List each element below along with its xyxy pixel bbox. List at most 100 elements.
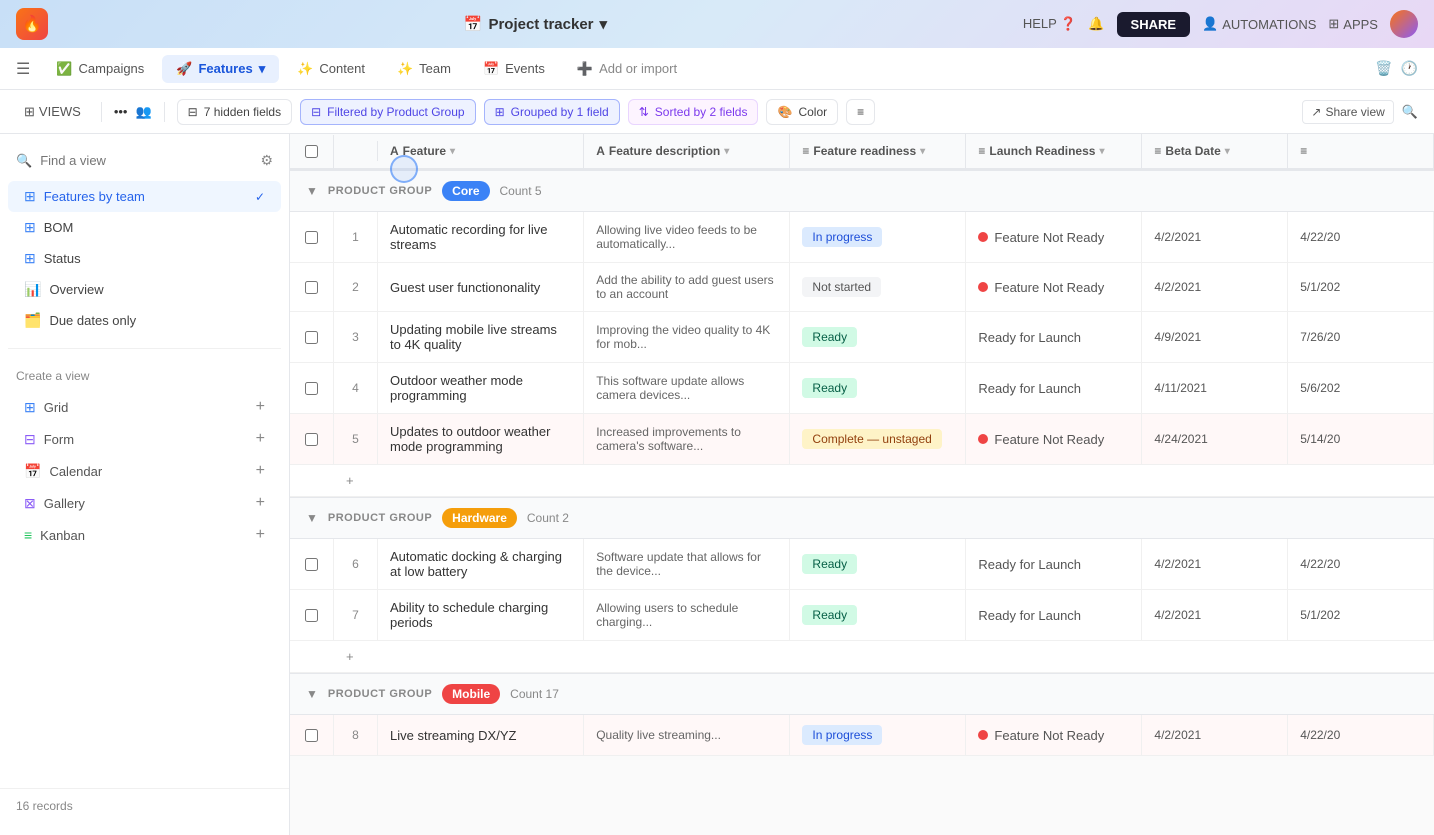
history-icon[interactable]: 🕐 bbox=[1401, 60, 1418, 77]
row-checkbox-3[interactable] bbox=[290, 312, 334, 362]
group-chevron-hardware[interactable]: ▼ bbox=[306, 511, 318, 525]
row-feature-7[interactable]: Ability to schedule charging periods bbox=[378, 590, 584, 640]
add-calendar-icon[interactable]: + bbox=[256, 462, 265, 480]
trash-icon[interactable]: 🗑️ bbox=[1375, 60, 1392, 77]
create-view-label: Create a view bbox=[0, 361, 289, 391]
row-feature-5[interactable]: Updates to outdoor weather mode programm… bbox=[378, 414, 584, 464]
add-icon: ➕ bbox=[577, 61, 593, 77]
view-toolbar: ⊞ VIEWS ••• 👥 ⊟ 7 hidden fields ⊟ Filter… bbox=[0, 90, 1434, 134]
row-checkbox-4[interactable] bbox=[290, 363, 334, 413]
row-readiness-8: In progress bbox=[790, 715, 966, 755]
search-icon[interactable]: 🔍 bbox=[1402, 104, 1418, 120]
red-dot-icon-8 bbox=[978, 730, 988, 740]
share-button[interactable]: SHARE bbox=[1117, 12, 1191, 37]
group-badge-mobile: Mobile bbox=[442, 684, 500, 704]
search-input[interactable] bbox=[40, 153, 252, 168]
group-button[interactable]: ⊞ Grouped by 1 field bbox=[484, 99, 620, 125]
top-bar-center: 📅 Project tracker ▾ bbox=[464, 15, 607, 33]
more-options-icon[interactable]: ••• bbox=[114, 104, 128, 119]
row-height-button[interactable]: ≡ bbox=[846, 99, 875, 125]
row-feature-6[interactable]: Automatic docking & charging at low batt… bbox=[378, 539, 584, 589]
th-beta-date[interactable]: ≡ Beta Date ▾ bbox=[1142, 134, 1288, 168]
sidebar-item-overview[interactable]: 📊 Overview bbox=[8, 274, 281, 305]
content-area: A Feature ▾ A Feature description ▾ ≡ Fe… bbox=[290, 134, 1434, 835]
row-checkbox-7[interactable] bbox=[290, 590, 334, 640]
bell-icon[interactable]: 🔔 bbox=[1088, 16, 1104, 32]
sidebar-item-bom[interactable]: ⊞ BOM bbox=[8, 212, 281, 243]
main-layout: 🔍 ⚙ ⊞ Features by team ✓ ⊞ BOM ⊞ Status … bbox=[0, 134, 1434, 835]
row-feature-2[interactable]: Guest user functiononality bbox=[378, 263, 584, 311]
create-gallery-button[interactable]: ⊠ Gallery + bbox=[8, 487, 281, 519]
tab-add-import[interactable]: ➕ Add or import bbox=[563, 55, 691, 83]
select-all-checkbox[interactable] bbox=[305, 145, 318, 158]
create-form-button[interactable]: ⊟ Form + bbox=[8, 423, 281, 455]
add-kanban-icon[interactable]: + bbox=[256, 526, 265, 544]
row-feature-8[interactable]: Live streaming DX/YZ bbox=[378, 715, 584, 755]
sidebar-item-status[interactable]: ⊞ Status bbox=[8, 243, 281, 274]
color-button[interactable]: 🎨 Color bbox=[766, 99, 838, 125]
group-badge-hardware: Hardware bbox=[442, 508, 517, 528]
row-num-2: 2 bbox=[334, 263, 378, 311]
create-kanban-button[interactable]: ≡ Kanban + bbox=[8, 519, 281, 551]
table-row: 6 Automatic docking & charging at low ba… bbox=[290, 539, 1434, 590]
add-row-hardware[interactable]: + bbox=[290, 641, 1434, 673]
row-checkbox-8[interactable] bbox=[290, 715, 334, 755]
views-toggle-button[interactable]: ⊞ VIEWS bbox=[16, 100, 89, 124]
th-feature[interactable]: A Feature ▾ bbox=[378, 134, 584, 168]
automations-button[interactable]: 👤 AUTOMATIONS bbox=[1202, 16, 1316, 32]
row-feature-4[interactable]: Outdoor weather mode programming bbox=[378, 363, 584, 413]
apps-button[interactable]: ⊞ APPS bbox=[1328, 16, 1378, 32]
row-checkbox-2[interactable] bbox=[290, 263, 334, 311]
create-grid-button[interactable]: ⊞ Grid + bbox=[8, 391, 281, 423]
row-checkbox-5[interactable] bbox=[290, 414, 334, 464]
help-button[interactable]: HELP ❓ bbox=[1023, 16, 1077, 32]
red-dot-icon-2 bbox=[978, 282, 988, 292]
row-feature-3[interactable]: Updating mobile live streams to 4K quali… bbox=[378, 312, 584, 362]
tab-campaigns[interactable]: ✅ Campaigns bbox=[42, 55, 158, 83]
tab-features[interactable]: 🚀 Features ▾ bbox=[162, 55, 279, 83]
th-end-date[interactable]: ≡ bbox=[1288, 134, 1434, 168]
table-header: A Feature ▾ A Feature description ▾ ≡ Fe… bbox=[290, 134, 1434, 170]
th-description[interactable]: A Feature description ▾ bbox=[584, 134, 790, 168]
share-view-button[interactable]: ↗ Share view bbox=[1302, 100, 1393, 124]
tab-team[interactable]: ✨ Team bbox=[383, 55, 465, 83]
add-grid-icon[interactable]: + bbox=[256, 398, 265, 416]
records-count: 16 records bbox=[0, 788, 289, 823]
app-logo[interactable]: 🔥 bbox=[16, 8, 48, 40]
filter-icon: ⊟ bbox=[311, 105, 321, 119]
settings-gear-icon[interactable]: ⚙ bbox=[260, 152, 273, 169]
group-chevron-mobile[interactable]: ▼ bbox=[306, 687, 318, 701]
menu-icon[interactable]: ☰ bbox=[16, 59, 30, 79]
add-gallery-icon[interactable]: + bbox=[256, 494, 265, 512]
row-num-5: 5 bbox=[334, 414, 378, 464]
title-dropdown-icon[interactable]: ▾ bbox=[600, 15, 608, 33]
row-checkbox-6[interactable] bbox=[290, 539, 334, 589]
desc-sort-icon: ▾ bbox=[724, 146, 729, 157]
sidebar-item-features-by-team[interactable]: ⊞ Features by team ✓ bbox=[8, 181, 281, 212]
feature-sort-icon: ▾ bbox=[450, 146, 455, 157]
tab-bar: ☰ ✅ Campaigns 🚀 Features ▾ ✨ Content ✨ T… bbox=[0, 48, 1434, 90]
toolbar-right: ↗ Share view 🔍 bbox=[1302, 100, 1418, 124]
add-row-core[interactable]: + bbox=[290, 465, 1434, 497]
color-icon: 🎨 bbox=[777, 105, 792, 119]
group-chevron-core[interactable]: ▼ bbox=[306, 184, 318, 198]
sort-button[interactable]: ⇅ Sorted by 2 fields bbox=[628, 99, 759, 125]
row-readiness-7: Ready bbox=[790, 590, 966, 640]
row-beta-1: 4/2/2021 bbox=[1142, 212, 1288, 262]
hidden-fields-button[interactable]: ⊟ 7 hidden fields bbox=[177, 99, 292, 125]
th-checkbox[interactable] bbox=[290, 135, 334, 168]
row-checkbox-1[interactable] bbox=[290, 212, 334, 262]
tab-events[interactable]: 📅 Events bbox=[469, 55, 559, 83]
sidebar-item-due-dates[interactable]: 🗂️ Due dates only bbox=[8, 305, 281, 336]
th-readiness[interactable]: ≡ Feature readiness ▾ bbox=[790, 134, 966, 168]
team-icon-toolbar[interactable]: 👥 bbox=[135, 104, 151, 120]
user-avatar[interactable] bbox=[1390, 10, 1418, 38]
filter-button[interactable]: ⊟ Filtered by Product Group bbox=[300, 99, 475, 125]
add-form-icon[interactable]: + bbox=[256, 430, 265, 448]
th-launch[interactable]: ≡ Launch Readiness ▾ bbox=[966, 134, 1142, 168]
row-feature-1[interactable]: Automatic recording for live streams bbox=[378, 212, 584, 262]
create-calendar-button[interactable]: 📅 Calendar + bbox=[8, 455, 281, 487]
features-dropdown-icon[interactable]: ▾ bbox=[259, 61, 266, 77]
row-num-7: 7 bbox=[334, 590, 378, 640]
tab-content[interactable]: ✨ Content bbox=[283, 55, 379, 83]
